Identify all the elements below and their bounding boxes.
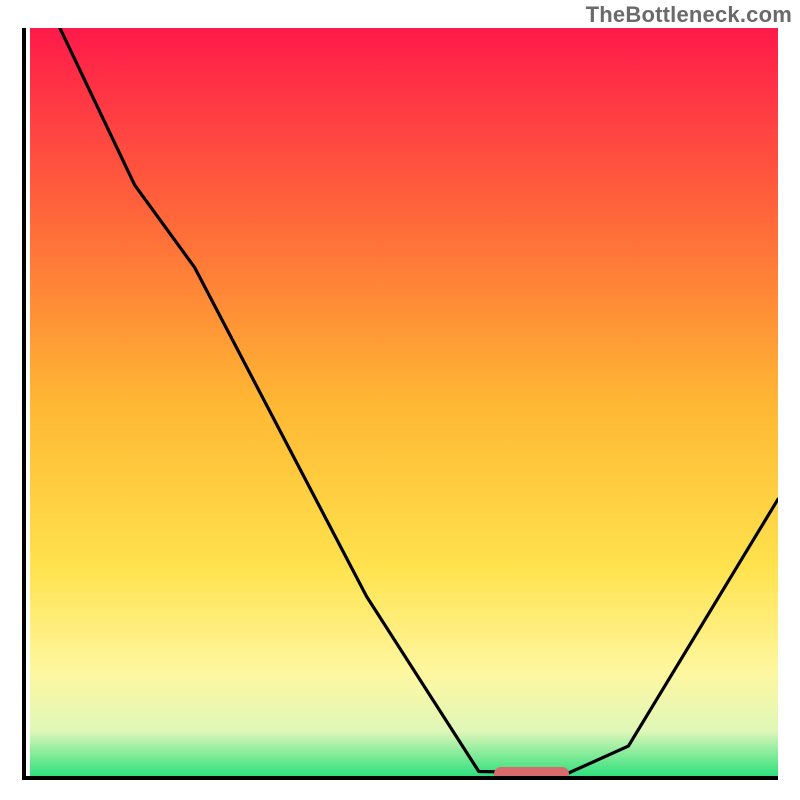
plot-area	[30, 28, 778, 776]
chart-container: TheBottleneck.com	[0, 0, 800, 800]
watermark-text: TheBottleneck.com	[586, 2, 792, 28]
plot-axes	[22, 28, 778, 780]
optimum-marker	[494, 767, 569, 776]
chart-line	[30, 28, 778, 776]
